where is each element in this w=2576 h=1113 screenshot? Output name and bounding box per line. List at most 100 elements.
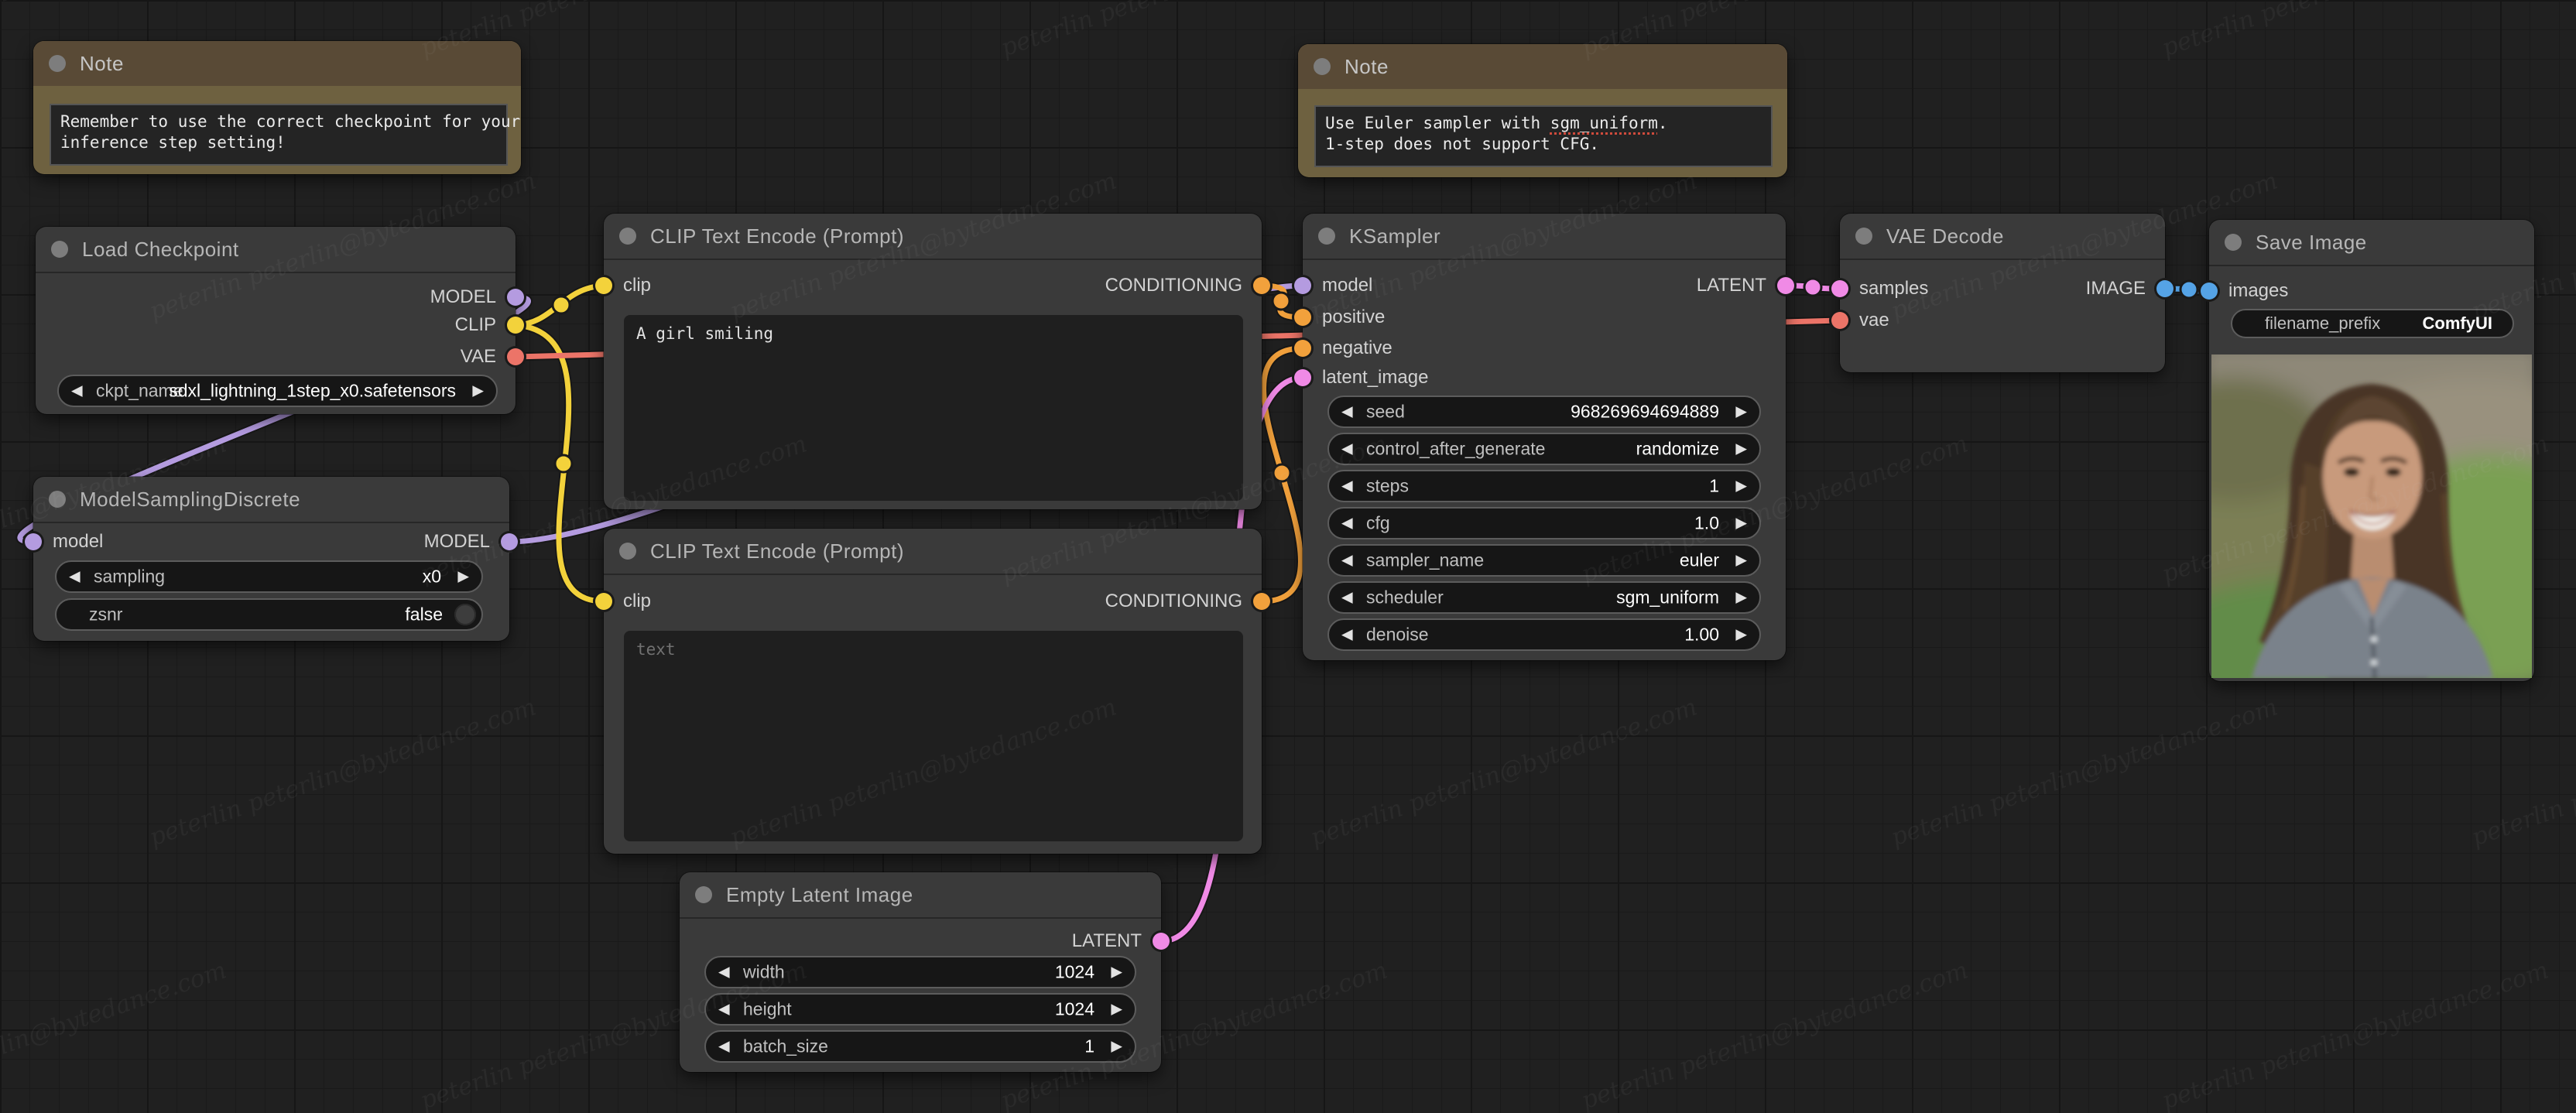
slot-dot-clip[interactable] <box>595 277 612 294</box>
widget-cfg[interactable]: ◀ cfg 1.0 ▶ <box>1327 507 1761 539</box>
node-vae-decode[interactable]: VAE Decode samples vae IMAGE <box>1831 214 2174 372</box>
widget-zsnr-toggle[interactable]: zsnr false <box>55 598 483 631</box>
widget-sampling[interactable]: ◀ sampling x0 ▶ <box>55 560 483 593</box>
node-ksampler[interactable]: KSampler model positive negative latent_… <box>1294 214 1794 660</box>
next-value-arrow-icon[interactable]: ▶ <box>1735 442 1747 457</box>
next-value-arrow-icon[interactable]: ▶ <box>1735 516 1747 531</box>
node-load-checkpoint[interactable]: Load Checkpoint MODEL CLIP VAE ◀ ckpt_na… <box>36 227 524 414</box>
slot-dot-model[interactable] <box>507 289 524 306</box>
node-save-image[interactable]: Save Image images filename_prefix ComfyU… <box>2201 220 2534 681</box>
note-text[interactable]: Remember to use the correct checkpoint f… <box>50 104 520 166</box>
input-slot-images[interactable]: images <box>2201 280 2288 302</box>
prev-value-arrow-icon[interactable]: ◀ <box>71 384 83 399</box>
next-value-arrow-icon[interactable]: ▶ <box>1735 591 1747 605</box>
prompt-textarea[interactable]: A girl smiling <box>624 315 1243 501</box>
node-clip-text-encode-negative[interactable]: CLIP Text Encode (Prompt) clip CONDITION… <box>595 529 1270 854</box>
node-header[interactable]: Save Image <box>2209 220 2534 266</box>
next-value-arrow-icon[interactable]: ▶ <box>1111 1002 1122 1017</box>
input-slot-samples[interactable]: samples <box>1831 278 1928 300</box>
output-slot-vae[interactable]: VAE <box>461 346 524 368</box>
output-slot-clip[interactable]: CLIP <box>455 314 524 336</box>
node-header[interactable]: VAE Decode <box>1840 214 2165 260</box>
node-header[interactable]: Empty Latent Image <box>680 872 1161 919</box>
prev-value-arrow-icon[interactable]: ◀ <box>1341 442 1353 457</box>
slot-dot-clip[interactable] <box>507 317 524 334</box>
node-model-sampling-discrete[interactable]: ModelSamplingDiscrete model MODEL ◀ samp… <box>25 477 518 641</box>
input-slot-positive[interactable]: positive <box>1294 307 1385 328</box>
widget-seed[interactable]: ◀ seed 968269694694889 ▶ <box>1327 396 1761 428</box>
input-slot-clip[interactable]: clip <box>595 275 651 296</box>
output-slot-model[interactable]: MODEL <box>424 531 518 553</box>
input-slot-model[interactable]: model <box>25 531 103 553</box>
node-note-2[interactable]: Note Use Euler sampler with sgm_uniform.… <box>1298 44 1787 177</box>
output-slot-latent[interactable]: LATENT <box>1697 275 1794 296</box>
next-value-arrow-icon[interactable]: ▶ <box>457 570 469 584</box>
node-header[interactable]: Note <box>33 41 521 86</box>
slot-dot-image[interactable] <box>2156 280 2174 297</box>
widget-ckpt-name[interactable]: ◀ ckpt_name sdxl_lightning_1step_x0.safe… <box>57 375 498 407</box>
node-clip-text-encode-positive[interactable]: CLIP Text Encode (Prompt) clip CONDITION… <box>595 214 1270 509</box>
prev-value-arrow-icon[interactable]: ◀ <box>1341 628 1353 642</box>
output-slot-image[interactable]: IMAGE <box>2086 278 2174 300</box>
widget-filename-prefix[interactable]: filename_prefix ComfyUI <box>2231 309 2514 338</box>
node-header[interactable]: Load Checkpoint <box>36 227 516 273</box>
node-header[interactable]: Note <box>1298 44 1787 89</box>
slot-dot-model[interactable] <box>1294 277 1311 294</box>
next-value-arrow-icon[interactable]: ▶ <box>1735 479 1747 494</box>
widget-control-after-generate[interactable]: ◀ control_after_generate randomize ▶ <box>1327 433 1761 465</box>
prev-value-arrow-icon[interactable]: ◀ <box>1341 553 1353 568</box>
collapse-dot-icon[interactable] <box>695 886 712 903</box>
slot-dot-latent[interactable] <box>1294 369 1311 386</box>
node-graph-canvas[interactable]: Note Remember to use the correct checkpo… <box>0 0 2576 1113</box>
node-note-1[interactable]: Note Remember to use the correct checkpo… <box>33 41 521 174</box>
prev-value-arrow-icon[interactable]: ◀ <box>1341 591 1353 605</box>
next-value-arrow-icon[interactable]: ▶ <box>1735 553 1747 568</box>
prev-value-arrow-icon[interactable]: ◀ <box>718 1002 730 1017</box>
widget-steps[interactable]: ◀ steps 1 ▶ <box>1327 470 1761 502</box>
widget-width[interactable]: ◀ width 1024 ▶ <box>704 956 1136 988</box>
widget-sampler-name[interactable]: ◀ sampler_name euler ▶ <box>1327 544 1761 577</box>
widget-denoise[interactable]: ◀ denoise 1.00 ▶ <box>1327 618 1761 651</box>
collapse-dot-icon[interactable] <box>1318 228 1335 245</box>
collapse-dot-icon[interactable] <box>1314 58 1331 75</box>
prev-value-arrow-icon[interactable]: ◀ <box>1341 405 1353 420</box>
slot-dot-clip[interactable] <box>595 593 612 610</box>
slot-dot-conditioning[interactable] <box>1294 309 1311 326</box>
collapse-dot-icon[interactable] <box>49 491 66 508</box>
note-text[interactable]: Use Euler sampler with sgm_uniform. 1-ste… <box>1314 105 1773 167</box>
node-header[interactable]: KSampler <box>1303 214 1786 260</box>
widget-batch-size[interactable]: ◀ batch_size 1 ▶ <box>704 1030 1136 1063</box>
slot-dot-conditioning[interactable] <box>1253 277 1270 294</box>
next-value-arrow-icon[interactable]: ▶ <box>1735 628 1747 642</box>
input-slot-vae[interactable]: vae <box>1831 310 1889 331</box>
slot-dot-latent[interactable] <box>1153 933 1170 950</box>
collapse-dot-icon[interactable] <box>2225 234 2242 251</box>
collapse-dot-icon[interactable] <box>51 241 68 258</box>
slot-dot-conditioning[interactable] <box>1253 593 1270 610</box>
widget-scheduler[interactable]: ◀ scheduler sgm_uniform ▶ <box>1327 581 1761 614</box>
slot-dot-latent[interactable] <box>1777 277 1794 294</box>
slot-dot-conditioning[interactable] <box>1294 340 1311 357</box>
slot-dot-vae[interactable] <box>1831 312 1848 329</box>
output-slot-latent[interactable]: LATENT <box>1072 930 1170 952</box>
input-slot-latent-image[interactable]: latent_image <box>1294 367 1428 389</box>
slot-dot-image[interactable] <box>2201 283 2218 300</box>
slot-dot-model[interactable] <box>501 533 518 550</box>
node-header[interactable]: CLIP Text Encode (Prompt) <box>604 529 1262 575</box>
prompt-textarea-empty[interactable]: text <box>624 631 1243 841</box>
input-slot-model[interactable]: model <box>1294 275 1372 296</box>
collapse-dot-icon[interactable] <box>619 228 636 245</box>
widget-height[interactable]: ◀ height 1024 ▶ <box>704 993 1136 1026</box>
output-slot-model[interactable]: MODEL <box>430 286 524 308</box>
next-value-arrow-icon[interactable]: ▶ <box>1111 965 1122 980</box>
next-value-arrow-icon[interactable]: ▶ <box>1111 1039 1122 1054</box>
slot-dot-latent[interactable] <box>1831 280 1848 297</box>
output-slot-conditioning[interactable]: CONDITIONING <box>1105 275 1270 296</box>
node-header[interactable]: ModelSamplingDiscrete <box>33 477 509 523</box>
input-slot-negative[interactable]: negative <box>1294 337 1392 359</box>
prev-value-arrow-icon[interactable]: ◀ <box>1341 479 1353 494</box>
node-empty-latent-image[interactable]: Empty Latent Image LATENT ◀ width 1024 ▶… <box>680 872 1170 1072</box>
slot-dot-vae[interactable] <box>507 348 524 365</box>
prev-value-arrow-icon[interactable]: ◀ <box>1341 516 1353 531</box>
collapse-dot-icon[interactable] <box>49 55 66 72</box>
